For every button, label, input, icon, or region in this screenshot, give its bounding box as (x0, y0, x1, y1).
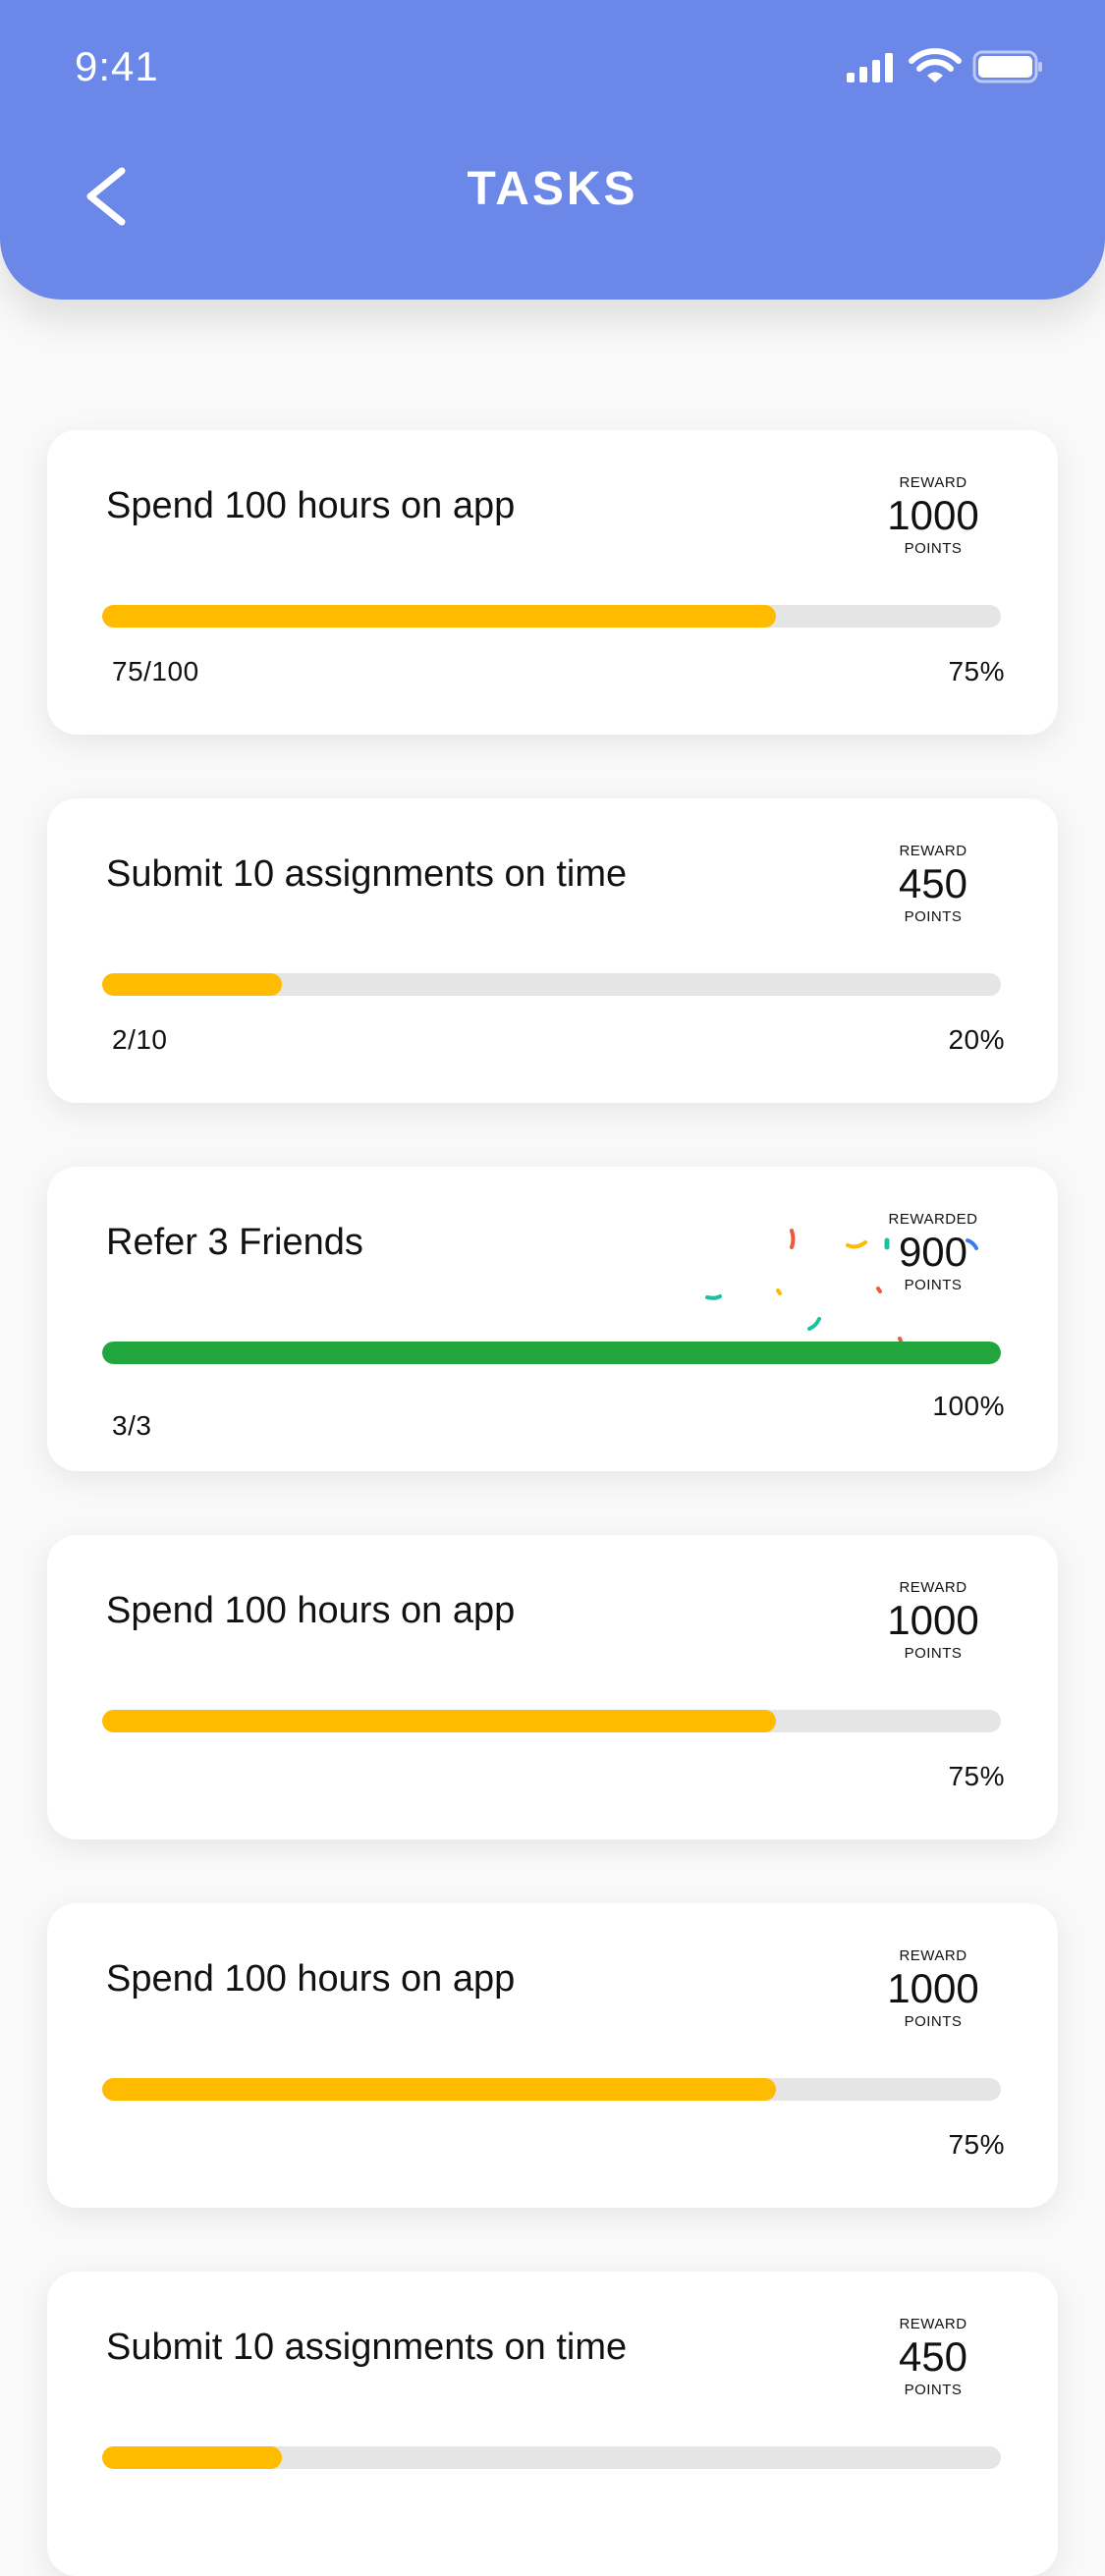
reward-value: 1000 (887, 1965, 979, 2011)
reward-unit: POINTS (904, 908, 963, 925)
reward-label: REWARD (899, 474, 967, 491)
reward-label: REWARDED (888, 1211, 978, 1228)
progress-fill (102, 973, 282, 996)
reward-value: 1000 (887, 492, 979, 538)
reward-block: REWARD 450 POINTS (859, 2316, 1007, 2398)
reward-unit: POINTS (904, 540, 963, 557)
task-card-completed[interactable]: Refer 3 Friends REWARDED 900 POINTS 3/3 … (47, 1167, 1058, 1471)
reward-value: 900 (898, 1229, 968, 1275)
battery-icon (972, 50, 1042, 83)
task-title: Submit 10 assignments on time (106, 853, 628, 895)
task-card[interactable]: Submit 10 assignments on time REWARD 450… (47, 2272, 1058, 2576)
progress-fill (102, 1342, 1001, 1364)
status-time: 9:41 (75, 43, 159, 89)
progress-fill (102, 2078, 777, 2101)
progress-fill (102, 2446, 282, 2469)
reward-label: REWARD (899, 1579, 967, 1596)
task-card[interactable]: Spend 100 hours on app REWARD 1000 POINT… (47, 1903, 1058, 2208)
task-title: Refer 3 Friends (106, 1222, 363, 1263)
reward-block: REWARD 1000 POINTS (859, 1947, 1007, 2030)
task-title: Spend 100 hours on app (106, 1958, 516, 2000)
reward-value: 450 (898, 860, 968, 906)
progress-percent: 20% (948, 1024, 1005, 1055)
progress-percent: 75% (948, 656, 1005, 686)
progress-count: 2/10 (112, 1024, 168, 1055)
app-header: 9:41 TASKS (0, 0, 1105, 300)
progress-bar (102, 973, 1001, 996)
progress-fill (102, 605, 777, 628)
progress-bar (102, 2078, 1001, 2101)
progress-bar (102, 2446, 1001, 2469)
reward-unit: POINTS (904, 1277, 963, 1293)
reward-label: REWARD (899, 2316, 967, 2332)
reward-value: 1000 (887, 1597, 979, 1643)
progress-percent: 75% (948, 2129, 1005, 2160)
reward-label: REWARD (899, 1947, 967, 1964)
progress-bar (102, 1710, 1001, 1732)
reward-label: REWARD (899, 843, 967, 859)
reward-block: REWARDED 900 POINTS (859, 1211, 1007, 1293)
wifi-icon (909, 48, 962, 82)
reward-block: REWARD 450 POINTS (859, 843, 1007, 925)
progress-bar (102, 605, 1001, 628)
progress-bar (102, 1342, 1001, 1364)
progress-count: 75/100 (112, 656, 199, 686)
reward-unit: POINTS (904, 1645, 963, 1662)
progress-fill (102, 1710, 777, 1732)
task-title: Spend 100 hours on app (106, 1590, 516, 1631)
reward-value: 450 (898, 2333, 968, 2380)
signal-icon (847, 53, 893, 82)
page-title: TASKS (467, 163, 638, 215)
task-title: Spend 100 hours on app (106, 485, 516, 526)
task-card[interactable]: Submit 10 assignments on time REWARD 450… (47, 798, 1058, 1103)
progress-percent: 75% (948, 1761, 1005, 1791)
status-icons (847, 48, 1042, 83)
progress-percent: 100% (932, 1391, 1005, 1421)
task-card[interactable]: Spend 100 hours on app REWARD 1000 POINT… (47, 1535, 1058, 1839)
progress-count: 3/3 (112, 1410, 152, 1441)
task-title: Submit 10 assignments on time (106, 2327, 628, 2368)
reward-unit: POINTS (904, 2382, 963, 2398)
reward-block: REWARD 1000 POINTS (859, 474, 1007, 557)
reward-block: REWARD 1000 POINTS (859, 1579, 1007, 1662)
task-card[interactable]: Spend 100 hours on app REWARD 1000 POINT… (47, 430, 1058, 735)
reward-unit: POINTS (904, 2013, 963, 2030)
